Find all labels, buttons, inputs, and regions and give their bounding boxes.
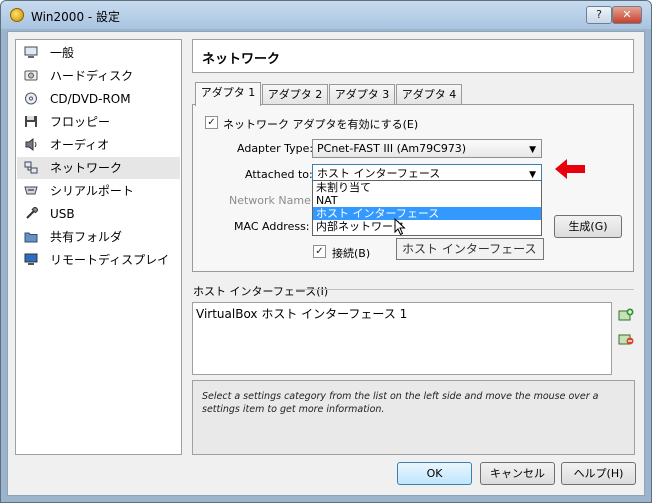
network-name-label: Network Name: (229, 194, 315, 207)
network-icon (24, 161, 38, 174)
host-interface-section-label: ホスト インターフェース(I) (193, 285, 329, 298)
settings-window: Win2000 - 設定 ? ✕ 一般 ハードディスク CD/DVD-ROM フ… (0, 0, 652, 503)
tab-adapter-4[interactable]: アダプタ 4 (396, 84, 462, 105)
remote-display-icon (24, 253, 38, 265)
sidebar-item-cd-dvd[interactable]: CD/DVD-ROM (17, 88, 180, 110)
tab-adapter-3[interactable]: アダプタ 3 (329, 84, 395, 105)
adapter-type-select[interactable]: PCnet-FAST III (Am79C973) ▼ (312, 139, 542, 158)
dropdown-option-not-attached[interactable]: 未割り当て (313, 181, 541, 194)
generate-mac-button[interactable]: 生成(G) (554, 215, 622, 238)
sidebar-item-hard-disk[interactable]: ハードディスク (17, 65, 180, 87)
enable-adapter-label: ネットワーク アダプタを有効にする(E) (223, 118, 419, 131)
floppy-icon (25, 116, 37, 127)
list-item[interactable]: VirtualBox ホスト インターフェース 1 (196, 305, 407, 322)
page-title-box: ネットワーク (192, 39, 634, 73)
usb-icon (26, 207, 38, 219)
info-panel: Select a settings category from the list… (192, 380, 635, 455)
sidebar-item-label: USB (50, 207, 75, 221)
sidebar-item-audio[interactable]: オーディオ (17, 134, 180, 156)
sidebar-item-label: シリアルポート (50, 184, 134, 198)
sidebar-item-label: フロッピー (50, 115, 111, 129)
sidebar-item-label: 一般 (50, 46, 75, 60)
sidebar-item-label: ネットワーク (50, 161, 123, 175)
dropdown-option-host-interface[interactable]: ホスト インターフェース (313, 207, 541, 220)
adapter-type-value: PCnet-FAST III (Am79C973) (317, 142, 467, 155)
sidebar-item-label: オーディオ (50, 138, 110, 152)
connected-checkbox[interactable]: ✓ (313, 245, 326, 258)
dialog-client: 一般 ハードディスク CD/DVD-ROM フロッピー オーディオ ネットワーク (7, 31, 645, 496)
sidebar-item-network[interactable]: ネットワーク (17, 157, 180, 179)
audio-icon (25, 138, 37, 151)
attached-to-label: Attached to: (245, 168, 313, 181)
attached-to-dropdown-list: 未割り当て NAT ホスト インターフェース 内部ネットワーク (312, 180, 542, 236)
sidebar-item-remote-display[interactable]: リモートディスプレイ (17, 249, 180, 271)
attached-to-value: ホスト インターフェース (317, 167, 441, 180)
help-button[interactable]: ヘルプ(H) (561, 462, 636, 485)
sidebar-item-label: リモートディスプレイ (50, 253, 170, 267)
shared-folder-icon (24, 232, 38, 243)
tab-adapter-1[interactable]: アダプタ 1 (195, 82, 261, 106)
mac-address-label: MAC Address: (234, 220, 310, 233)
option-tooltip: ホスト インターフェース (396, 238, 544, 260)
sidebar-item-usb[interactable]: USB (17, 203, 180, 225)
mouse-cursor-icon (394, 218, 406, 236)
sidebar-item-label: ハードディスク (50, 69, 134, 83)
tab-adapter-2[interactable]: アダプタ 2 (262, 84, 328, 105)
sidebar-item-label: CD/DVD-ROM (50, 92, 131, 106)
window-title: Win2000 - 設定 (31, 10, 121, 24)
section-divider (296, 289, 634, 290)
general-icon (24, 46, 38, 58)
chevron-down-icon: ▼ (529, 145, 536, 155)
page-title: ネットワーク (202, 52, 281, 67)
sidebar-item-serial-port[interactable]: シリアルポート (17, 180, 180, 202)
cd-dvd-icon (25, 92, 37, 105)
adapter-type-label: Adapter Type: (237, 142, 314, 155)
remove-interface-icon[interactable] (618, 332, 634, 346)
host-interface-list[interactable]: VirtualBox ホスト インターフェース 1 (192, 302, 612, 375)
ok-button[interactable]: OK (397, 462, 472, 485)
enable-adapter-checkbox[interactable]: ✓ (205, 116, 218, 129)
dropdown-option-nat[interactable]: NAT (313, 194, 541, 207)
dropdown-option-internal-network[interactable]: 内部ネットワーク (313, 220, 541, 233)
info-text: Select a settings category from the list… (202, 391, 599, 415)
hard-disk-icon (24, 70, 38, 81)
help-title-button[interactable]: ? (586, 6, 612, 24)
serial-port-icon (24, 186, 38, 195)
red-annotation-arrow-icon (555, 159, 585, 179)
title-bar: Win2000 - 設定 ? ✕ (1, 1, 651, 29)
close-button[interactable]: ✕ (612, 6, 642, 24)
sidebar-item-shared-folder[interactable]: 共有フォルダ (17, 226, 180, 248)
sidebar-item-general[interactable]: 一般 (17, 42, 180, 64)
add-interface-icon[interactable] (618, 308, 634, 322)
connected-label: 接続(B) (332, 247, 371, 260)
sidebar-item-label: 共有フォルダ (50, 230, 123, 244)
cancel-button[interactable]: キャンセル (480, 462, 555, 485)
sidebar-item-floppy[interactable]: フロッピー (17, 111, 180, 133)
virtualbox-gear-icon (10, 8, 24, 22)
settings-category-list: 一般 ハードディスク CD/DVD-ROM フロッピー オーディオ ネットワーク (15, 39, 182, 455)
